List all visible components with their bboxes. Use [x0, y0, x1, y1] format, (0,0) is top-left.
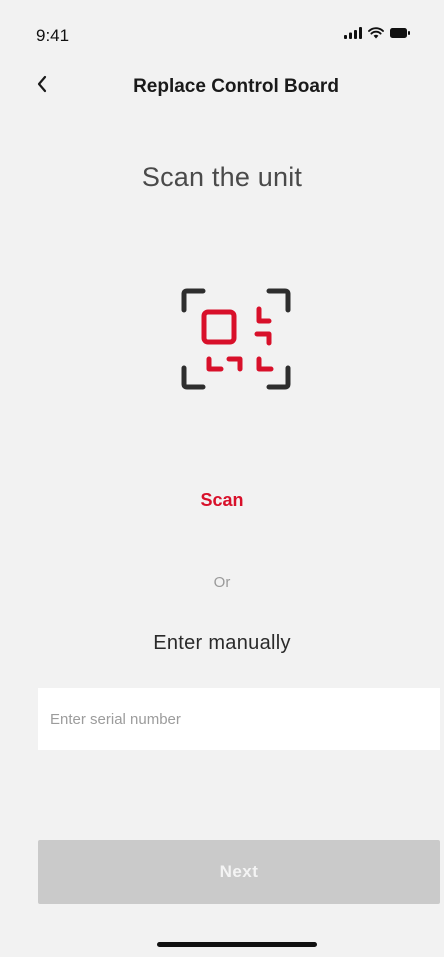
nav-bar: Replace Control Board [0, 62, 444, 110]
wifi-icon [368, 26, 384, 44]
status-time: 9:41 [36, 26, 70, 45]
qr-scan-icon[interactable] [175, 283, 297, 395]
or-divider-text: Or [213, 574, 231, 591]
status-bar: 9:41 [0, 0, 444, 60]
next-button[interactable]: Next [38, 840, 440, 904]
page-title: Replace Control Board [133, 76, 339, 97]
scan-button[interactable]: Scan [0, 490, 444, 511]
status-icons [344, 26, 410, 44]
battery-icon [390, 26, 410, 44]
enter-manually-label: Enter manually [153, 632, 291, 654]
serial-number-input[interactable] [38, 688, 440, 750]
signal-icon [344, 26, 362, 44]
home-indicator [157, 942, 317, 947]
scan-heading: Scan the unit [141, 162, 303, 192]
